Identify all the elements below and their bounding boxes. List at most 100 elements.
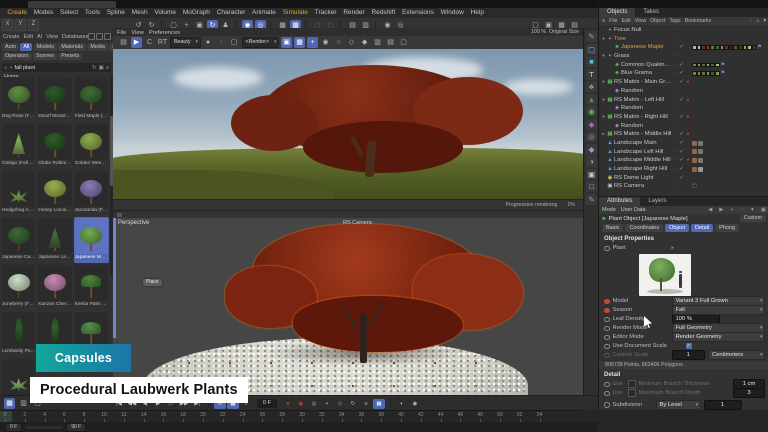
record-pla-button[interactable]: ▦ [373, 399, 385, 409]
object-name[interactable]: Blue Grama [621, 69, 672, 78]
menu-modes[interactable]: Modes [30, 8, 56, 18]
object-name[interactable]: Japanese Maple [621, 43, 672, 52]
object-name[interactable]: Landscape Main [614, 139, 672, 148]
asset-item-field-maple-fall-plant[interactable]: Field Maple (Fall Plant) [74, 76, 109, 122]
flag-tag-icon[interactable]: ⚑ [757, 43, 761, 52]
object-row-rs-matrix-right-hill[interactable]: ▾▦RS Matrix - Right Hill··✓● [599, 113, 768, 122]
time-icon[interactable]: ◑ [586, 156, 597, 167]
asset-menu-edit[interactable]: Edit [24, 34, 33, 40]
attr-tab-attributes[interactable]: Attributes [599, 197, 640, 206]
maximize-icon[interactable] [96, 33, 103, 40]
pass-dropdown[interactable]: Beauty [170, 37, 201, 48]
spline-tool-icon[interactable]: ▢ [586, 44, 597, 55]
visibility-dots-icon[interactable]: ·· [672, 26, 678, 35]
record-params-button[interactable]: ≡ [360, 399, 372, 409]
ab-compare-icon[interactable]: ▥ [372, 37, 383, 48]
enabled-check-icon[interactable]: ✓ [678, 148, 685, 157]
object-name[interactable]: RS Matrix - Left Hill [614, 96, 672, 105]
asset-tab-materials[interactable]: Materials [58, 43, 86, 51]
object-name[interactable]: Grass [614, 52, 672, 61]
object-row-blue-grama[interactable]: ♣Blue Grama··✓⚑ [599, 69, 768, 78]
asset-menu-databases[interactable]: Databases [62, 34, 88, 40]
expand-icon[interactable]: ◆ [359, 37, 370, 48]
object-menu-view[interactable]: View [635, 18, 646, 24]
object-row-common-quaking-grass[interactable]: ♣Common Quaking Grass··✓⚑ [599, 61, 768, 70]
object-menu-bookmarks[interactable]: Bookmarks [685, 18, 712, 24]
flag-tag-icon[interactable]: ⚑ [721, 61, 725, 70]
enabled-check-icon[interactable]: ✓ [678, 96, 685, 105]
axis-z-button[interactable]: Z [28, 19, 39, 31]
object-row-landscape-main[interactable]: ▲Landscape Main··✓ [599, 139, 768, 148]
search-icon[interactable]: ◌ [749, 18, 752, 24]
asset-item-globe-robinia-fall-pl[interactable]: Globe Robinia (Fall Pl... [37, 123, 72, 169]
menu-select[interactable]: Select [57, 8, 82, 18]
lock-icon[interactable]: ▣ [281, 37, 292, 48]
object-name[interactable]: Focus Null [614, 26, 672, 35]
current-frame-field[interactable]: 0 F [257, 399, 277, 408]
enabled-check-icon[interactable]: ✓ [678, 78, 685, 87]
anim-dot-icon[interactable] [604, 382, 610, 388]
custom-button[interactable]: Custom [740, 215, 766, 222]
asset-search-bar[interactable]: ⌂ + fall plant ↻ ▣ ≡ [2, 63, 111, 72]
generator-icon[interactable]: ◉ [586, 106, 597, 117]
flag-tag-icon[interactable]: ⚑ [721, 69, 725, 78]
enabled-check-icon[interactable]: ✓ [678, 113, 685, 122]
menu-volume[interactable]: Volume [151, 8, 179, 18]
redshift-tag-icon[interactable]: ● [685, 156, 691, 165]
material-swatch-icon[interactable] [715, 63, 720, 68]
asset-tab-all[interactable]: All [20, 43, 32, 51]
object-menu-file[interactable]: File [609, 18, 618, 24]
viewport-label[interactable]: Perspective [118, 220, 149, 226]
material-swatch-icon[interactable] [715, 71, 720, 76]
texture-tag-icon[interactable] [698, 167, 703, 172]
asset-tab-operators[interactable]: Operators [2, 53, 32, 61]
menu-character[interactable]: Character [213, 8, 248, 18]
anim-dot-icon[interactable] [604, 308, 610, 314]
anim-dot-icon[interactable] [604, 335, 610, 341]
object-row-rs-matrix-main-ground[interactable]: ▾▦RS Matrix - Main Ground··✓● [599, 78, 768, 87]
asset-menu-ai[interactable]: AI [37, 34, 42, 40]
texture-tag-icon[interactable] [692, 141, 697, 146]
dock-icon[interactable] [88, 33, 95, 40]
section-tab-coordinates[interactable]: Coordinates [625, 224, 663, 232]
object-menu-tags[interactable]: Tags [669, 18, 680, 24]
enabled-check-icon[interactable]: ✓ [678, 69, 685, 78]
solo-button[interactable]: ◉ [409, 399, 421, 409]
lock-icon[interactable]: ▣ [761, 207, 766, 213]
fit-mode-dropdown[interactable]: Original Size [549, 29, 579, 35]
search-icon[interactable]: ◌ [741, 207, 744, 213]
asset-item-kentia-palm-fall-plant[interactable]: Kentia Palm (Fall Plant) [74, 264, 109, 310]
axis-x-button[interactable]: X [2, 19, 13, 31]
menu-tracker[interactable]: Tracker [311, 8, 340, 18]
object-menu-icon[interactable]: ≡ [602, 18, 605, 24]
color-wheel-icon[interactable]: ◉ [320, 37, 331, 48]
layout-a-icon[interactable]: ▦ [4, 398, 15, 409]
menu-tools[interactable]: Tools [81, 8, 103, 18]
section-tab-basic[interactable]: Basic [602, 224, 623, 232]
clipboard-icon[interactable]: ▢ [398, 37, 409, 48]
rt-toggle[interactable]: RT [157, 37, 168, 48]
range-end-field[interactable]: 90 F [66, 423, 86, 432]
enabled-check-icon[interactable]: ✓ [678, 165, 685, 174]
parent-icon[interactable]: + [731, 207, 734, 213]
asset-item-honey-locust-sunbur[interactable]: Honey Locust 'Sunbur... [37, 170, 72, 216]
forward-icon[interactable]: ▶ [719, 207, 723, 213]
section-tab-detail[interactable]: Detail [691, 224, 713, 232]
menu-simulate[interactable]: Simulate [279, 8, 311, 18]
object-name[interactable]: Random [621, 104, 672, 113]
object-row-focus-null[interactable]: +Focus Null·· [599, 26, 768, 35]
lock-icon[interactable]: ▣ [99, 65, 104, 71]
enabled-check-icon[interactable]: ✓ [678, 174, 685, 183]
popout-icon[interactable] [104, 33, 111, 40]
object-name[interactable]: RS Camera [614, 182, 672, 191]
bucket-icon[interactable]: + [216, 37, 227, 48]
text-tool-icon[interactable]: T [586, 69, 597, 80]
asset-item-dog-rose-fall-plant[interactable]: Dog-Rose (Fall Plant) [1, 76, 36, 122]
texture-tag-icon[interactable] [698, 149, 703, 154]
menu-extensions[interactable]: Extensions [399, 8, 438, 18]
asset-item-juneberry-fall-plant[interactable]: Juneberry (Fall Plant) [1, 264, 36, 310]
menu-create[interactable]: Create [4, 8, 30, 18]
restart-render-icon[interactable]: C [144, 37, 155, 48]
protection-tag-icon[interactable]: ▢ [692, 182, 697, 191]
keyframe-settings-button[interactable]: ◎ [308, 399, 320, 409]
